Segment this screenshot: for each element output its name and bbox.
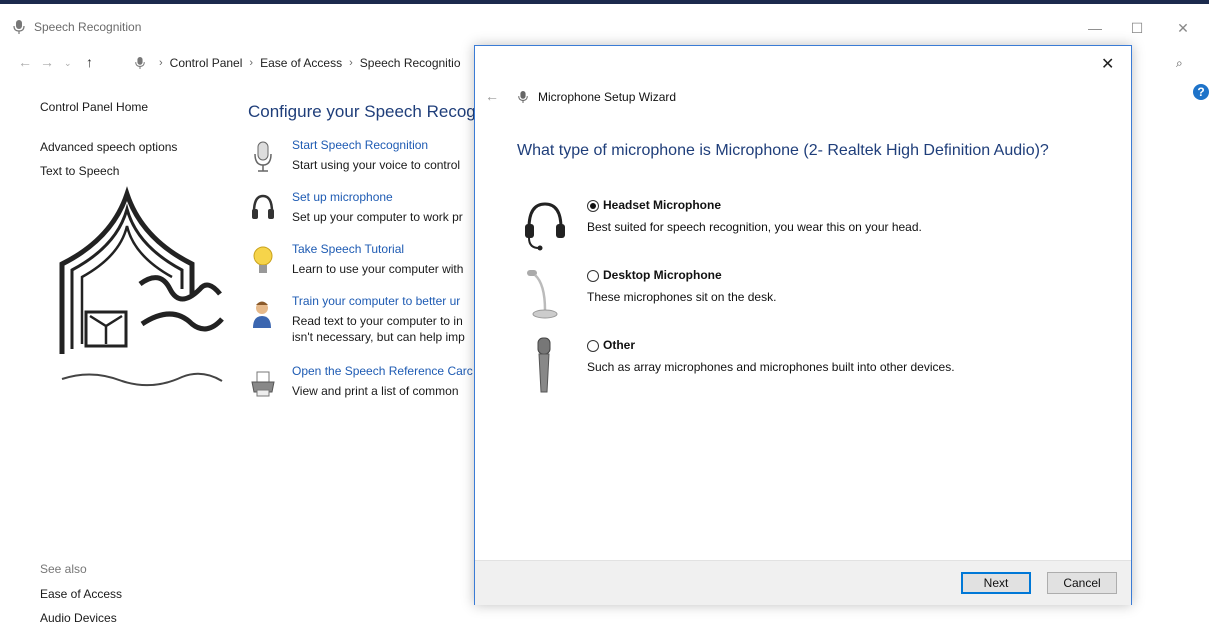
title-bar: Speech Recognition — ☐ ✕ — [0, 8, 1209, 44]
lightbulb-icon — [253, 246, 273, 273]
task-description: Learn to use your computer with — [292, 262, 464, 276]
task-description-line: isn't necessary, but can help imp — [292, 330, 465, 344]
minimize-button[interactable]: — — [1080, 16, 1110, 40]
audio-devices-link[interactable]: Audio Devices — [40, 611, 117, 625]
option-label: Desktop Microphone — [603, 268, 722, 282]
headset-icon — [252, 194, 274, 219]
breadcrumb-separator: › — [159, 57, 163, 69]
breadcrumb-separator: › — [249, 57, 254, 69]
task-start-speech-recognition: Start Speech Recognition Start using you… — [246, 138, 476, 188]
microphone-icon — [13, 20, 25, 34]
option-headset-microphone[interactable]: Headset Microphone Best suited for speec… — [515, 196, 1115, 256]
close-button[interactable]: ✕ — [1168, 16, 1198, 40]
microphone-icon — [518, 91, 528, 103]
page-title: Configure your Speech Recogn — [248, 102, 486, 121]
back-arrow-icon[interactable]: ← — [485, 88, 499, 104]
window-title: Speech Recognition — [34, 20, 142, 34]
printer-icon — [251, 371, 275, 397]
task-description: Start using your voice to control — [292, 158, 461, 172]
breadcrumb-separator: › — [349, 57, 353, 69]
advanced-speech-options-link[interactable]: Advanced speech options — [40, 140, 177, 154]
search-icon[interactable]: ⌕ — [1176, 56, 1183, 71]
microphone-setup-wizard-dialog: ✕ ← Microphone Setup Wizard What type of… — [474, 45, 1132, 605]
task-speech-reference-card: Open the Speech Reference Carc View and … — [246, 364, 476, 414]
control-panel-home-link[interactable]: Control Panel Home — [40, 100, 148, 114]
forward-arrow-icon[interactable]: → — [40, 54, 54, 70]
option-label: Other — [603, 338, 636, 352]
option-label: Headset Microphone — [603, 198, 722, 212]
speech-reference-card-link[interactable]: Open the Speech Reference Carc — [292, 364, 473, 378]
handheld-microphone-icon — [537, 337, 551, 393]
institution-logo — [59, 186, 224, 387]
breadcrumb-speech-recognition[interactable]: Speech Recognitio — [360, 56, 461, 70]
task-speech-tutorial: Take Speech Tutorial Learn to use your c… — [246, 242, 476, 292]
option-description: Such as array microphones and microphone… — [587, 360, 955, 374]
task-set-up-microphone: Set up microphone Set up your computer t… — [246, 190, 476, 240]
up-arrow-icon[interactable]: ↑ — [86, 54, 93, 70]
microphone-icon — [254, 141, 272, 172]
radio-headset[interactable] — [587, 200, 599, 212]
ease-of-access-link[interactable]: Ease of Access — [40, 587, 122, 601]
set-up-microphone-link[interactable]: Set up microphone — [292, 190, 393, 204]
user-train-icon — [253, 301, 271, 328]
option-desktop-microphone[interactable]: Desktop Microphone These microphones sit… — [515, 266, 1115, 326]
headset-icon — [525, 202, 565, 251]
wizard-question: What type of microphone is Microphone (2… — [517, 142, 1049, 159]
radio-desktop[interactable] — [587, 270, 599, 282]
task-description: Read text to your computer to in isn't ne… — [292, 313, 465, 345]
task-train-computer: Train your computer to better ur Read te… — [246, 294, 476, 356]
task-description: Set up your computer to work pr — [292, 210, 463, 224]
chevron-down-icon[interactable]: ⌄ — [64, 58, 72, 69]
radio-other[interactable] — [587, 340, 599, 352]
desktop-microphone-icon — [527, 270, 558, 319]
breadcrumb-control-panel[interactable]: Control Panel — [170, 56, 243, 70]
text-to-speech-link[interactable]: Text to Speech — [40, 164, 119, 178]
task-description: View and print a list of common — [292, 384, 459, 398]
next-button[interactable]: Next — [961, 572, 1031, 594]
train-computer-link[interactable]: Train your computer to better ur — [292, 294, 460, 308]
start-speech-recognition-link[interactable]: Start Speech Recognition — [292, 138, 428, 152]
see-also-heading: See also — [40, 562, 87, 576]
back-arrow-icon[interactable]: ← — [18, 54, 32, 70]
take-speech-tutorial-link[interactable]: Take Speech Tutorial — [292, 242, 404, 256]
maximize-button[interactable]: ☐ — [1122, 16, 1152, 40]
task-description-line: Read text to your computer to in — [292, 314, 463, 328]
cancel-button[interactable]: Cancel — [1047, 572, 1117, 594]
option-description: These microphones sit on the desk. — [587, 290, 777, 304]
wizard-footer: Next Cancel — [475, 560, 1131, 605]
breadcrumb-ease-of-access[interactable]: Ease of Access — [260, 56, 342, 70]
microphone-icon — [135, 57, 145, 69]
wizard-title: Microphone Setup Wizard — [538, 90, 677, 104]
close-icon[interactable]: ✕ — [1101, 54, 1114, 74]
option-other-microphone[interactable]: Other Such as array microphones and micr… — [515, 336, 1115, 396]
help-icon[interactable]: ? — [1193, 84, 1209, 100]
option-description: Best suited for speech recognition, you … — [587, 220, 922, 234]
